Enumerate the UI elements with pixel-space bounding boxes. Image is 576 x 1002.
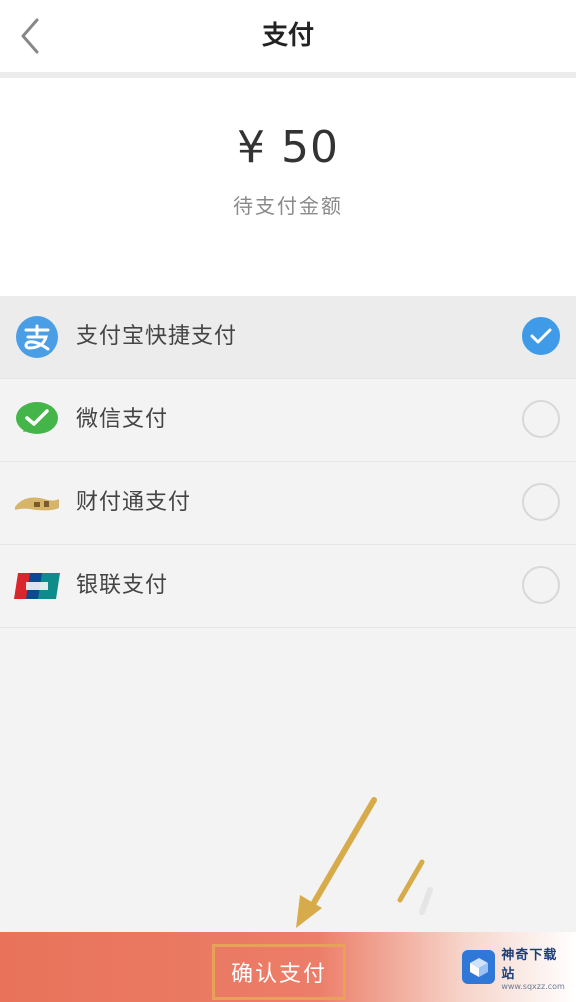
annotation-arrow-main <box>296 797 377 928</box>
payment-method-unionpay[interactable]: 银联支付 <box>0 545 576 628</box>
unionpay-icon <box>14 563 60 609</box>
payment-method-alipay[interactable]: 支付宝快捷支付 <box>0 296 576 379</box>
payment-method-label: 财付通支付 <box>76 490 192 515</box>
amount-section: ¥ 50 待支付金额 <box>0 78 576 296</box>
payment-method-label: 银联支付 <box>76 573 169 598</box>
payment-method-list: 支付宝快捷支付 微信支付 财付通支付 银联支付 <box>0 296 576 628</box>
annotation-arrow-secondary <box>397 859 433 915</box>
confirm-payment-button[interactable]: 确认支付 <box>212 944 346 1000</box>
alipay-icon <box>14 314 60 360</box>
tenpay-icon <box>14 480 60 526</box>
payment-method-radio[interactable] <box>522 483 560 521</box>
payment-method-radio[interactable] <box>522 566 560 604</box>
wechat-icon <box>14 397 60 443</box>
watermark-logo-icon <box>462 950 496 984</box>
payment-method-radio[interactable] <box>522 400 560 438</box>
amount-caption: 待支付金额 <box>233 194 343 218</box>
payment-method-wechat[interactable]: 微信支付 <box>0 379 576 462</box>
payment-method-label: 支付宝快捷支付 <box>76 324 238 349</box>
payment-amount: ¥ 50 <box>237 122 339 173</box>
nav-header: 支付 <box>0 0 576 78</box>
payment-method-radio-checked[interactable] <box>522 317 560 355</box>
payment-method-tenpay[interactable]: 财付通支付 <box>0 462 576 545</box>
page-title: 支付 <box>261 21 314 51</box>
payment-method-label: 微信支付 <box>76 407 169 432</box>
watermark-name: 神奇下载站 <box>501 947 558 982</box>
watermark-url: www.sqxzz.com <box>501 981 565 991</box>
site-watermark: 神奇下载站 www.sqxzz.com <box>462 947 570 991</box>
checkmark-icon <box>530 328 552 344</box>
